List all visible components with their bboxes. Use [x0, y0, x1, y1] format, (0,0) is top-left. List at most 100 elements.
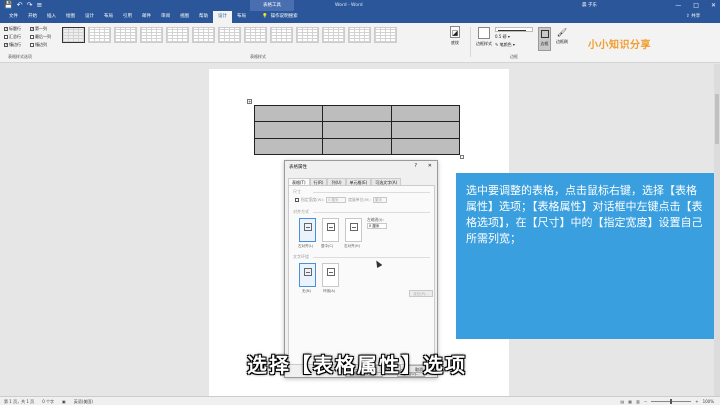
- tab-table-design[interactable]: 设计: [213, 11, 232, 23]
- undo-icon[interactable]: ↶: [17, 1, 23, 10]
- preferred-width-input[interactable]: 0 厘米: [326, 197, 347, 203]
- preferred-width-checkbox[interactable]: [295, 198, 299, 202]
- pen-weight-select[interactable]: 0.5 磅 ▾: [495, 34, 533, 40]
- zoom-level[interactable]: 100%: [703, 397, 714, 405]
- table-style-thumb[interactable]: [374, 27, 397, 43]
- align-right-option[interactable]: [345, 218, 362, 242]
- tab-references[interactable]: 引用: [118, 11, 137, 23]
- table-cell[interactable]: [322, 137, 392, 156]
- table-move-handle-icon[interactable]: +: [247, 99, 252, 104]
- option-banded-rows[interactable]: ✓ 镶边行: [4, 42, 30, 48]
- zoom-out-icon[interactable]: −: [644, 397, 647, 405]
- table-style-thumb[interactable]: [62, 27, 85, 43]
- table-cell[interactable]: [322, 121, 392, 139]
- option-header-row[interactable]: ✓ 标题行: [4, 26, 30, 32]
- wrap-none-option[interactable]: [299, 263, 316, 287]
- table-style-thumb[interactable]: [348, 27, 371, 43]
- window-controls: — □ ✕: [675, 0, 716, 11]
- table-style-thumb[interactable]: [270, 27, 293, 43]
- user-name[interactable]: 晨 子东: [582, 0, 597, 11]
- checkbox[interactable]: ✓: [4, 27, 8, 31]
- dialog-body: 尺寸 指定宽度(W): 0 厘米 度量单位(M): 厘米 对齐方式 左对齐(L)…: [288, 185, 435, 377]
- checkbox[interactable]: [30, 43, 34, 47]
- table-style-thumb[interactable]: [218, 27, 241, 43]
- pen-color-select[interactable]: ✎ 笔颜色 ▾: [495, 42, 533, 48]
- share-button[interactable]: ⇪ 共享: [686, 11, 700, 23]
- zoom-slider[interactable]: [651, 399, 692, 404]
- table-style-thumb[interactable]: [114, 27, 137, 43]
- align-center-option[interactable]: [322, 218, 339, 242]
- align-left-option[interactable]: [299, 218, 316, 242]
- scroll-thumb[interactable]: [715, 94, 719, 144]
- checkbox[interactable]: ✓: [30, 27, 34, 31]
- tab-insert[interactable]: 插入: [42, 11, 61, 23]
- option-banded-columns[interactable]: 镶边列: [30, 42, 56, 48]
- table-cell[interactable]: [253, 137, 324, 156]
- tab-mailings[interactable]: 邮件: [137, 11, 156, 23]
- table-row: [253, 137, 461, 156]
- word-count[interactable]: 0 个字: [42, 397, 54, 405]
- save-icon[interactable]: 💾: [4, 1, 13, 10]
- print-layout-icon[interactable]: ▦: [628, 397, 632, 405]
- border-painter-button[interactable]: 🖌 边框刷: [554, 27, 570, 45]
- zoom-in-icon[interactable]: +: [695, 397, 698, 405]
- indent-input[interactable]: 0 厘米: [367, 223, 387, 229]
- redo-icon[interactable]: ↷: [27, 1, 33, 10]
- maximize-button[interactable]: □: [693, 0, 699, 11]
- read-mode-icon[interactable]: ▤: [621, 397, 625, 405]
- customize-icon[interactable]: ≡: [36, 1, 42, 10]
- positioning-button[interactable]: 定位(P)...: [409, 290, 433, 297]
- tab-file[interactable]: 文件: [4, 11, 23, 23]
- checkbox[interactable]: [30, 35, 34, 39]
- table-style-thumb[interactable]: [296, 27, 319, 43]
- page-count[interactable]: 第 1 页，共 1 页: [4, 397, 34, 405]
- section-alignment: 对齐方式: [293, 209, 309, 214]
- table-style-thumb[interactable]: [88, 27, 111, 43]
- minimize-button[interactable]: —: [675, 0, 681, 11]
- tab-home[interactable]: 开始: [23, 11, 42, 23]
- dialog-close-button[interactable]: ✕: [428, 163, 432, 169]
- wrap-around-option[interactable]: [322, 263, 339, 287]
- tab-view[interactable]: 视图: [175, 11, 194, 23]
- measure-select[interactable]: 厘米: [372, 197, 387, 203]
- table-cell[interactable]: [390, 104, 461, 123]
- table-cell[interactable]: [253, 104, 324, 123]
- instruction-callout: 选中要调整的表格，点击鼠标右键，选择【表格属性】选项；【表格属性】对话框中左键点…: [456, 173, 714, 339]
- tab-design[interactable]: 设计: [80, 11, 99, 23]
- tab-draw[interactable]: 绘图: [61, 11, 80, 23]
- language[interactable]: 英语(美国): [74, 397, 93, 405]
- border-styles-button[interactable]: 边框样式: [474, 27, 494, 47]
- table-cell[interactable]: [253, 121, 324, 139]
- table-style-thumb[interactable]: [166, 27, 189, 43]
- option-label: 最后一列: [35, 34, 51, 39]
- vertical-scrollbar[interactable]: [714, 64, 720, 396]
- checkbox[interactable]: ✓: [4, 43, 8, 47]
- tab-help[interactable]: 帮助: [194, 11, 213, 23]
- table-resize-handle[interactable]: [460, 155, 464, 159]
- table-cell[interactable]: [322, 104, 392, 123]
- table-style-thumb[interactable]: [140, 27, 163, 43]
- help-button[interactable]: ?: [414, 163, 417, 169]
- option-last-column[interactable]: 最后一列: [30, 34, 56, 40]
- close-button[interactable]: ✕: [711, 0, 716, 11]
- option-label: 镶边列: [35, 42, 47, 47]
- checkbox[interactable]: [4, 35, 8, 39]
- table-style-thumb[interactable]: [322, 27, 345, 43]
- proofing-icon[interactable]: ▣: [62, 397, 66, 405]
- tell-me-search[interactable]: 💡 操作说明搜索: [262, 11, 298, 23]
- tab-review[interactable]: 审阅: [156, 11, 175, 23]
- borders-button[interactable]: 边框: [538, 27, 551, 51]
- table-cell[interactable]: [390, 137, 461, 156]
- ribbon-tab-row: 文件 开始 插入 绘图 设计 布局 引用 邮件 审阅 视图 帮助 设计 布局 💡…: [0, 11, 720, 23]
- pen-style-select[interactable]: [495, 27, 533, 32]
- table-style-thumb[interactable]: [244, 27, 267, 43]
- option-total-row[interactable]: 汇总行: [4, 34, 30, 40]
- tab-layout[interactable]: 布局: [99, 11, 118, 23]
- tab-table-layout[interactable]: 布局: [232, 11, 251, 23]
- shading-button[interactable]: ◪ 底纹: [446, 26, 464, 46]
- table-style-thumb[interactable]: [192, 27, 215, 43]
- document-table[interactable]: [253, 104, 461, 156]
- option-first-column[interactable]: ✓ 第一列: [30, 26, 56, 32]
- table-cell[interactable]: [390, 121, 461, 139]
- web-layout-icon[interactable]: ▥: [636, 397, 640, 405]
